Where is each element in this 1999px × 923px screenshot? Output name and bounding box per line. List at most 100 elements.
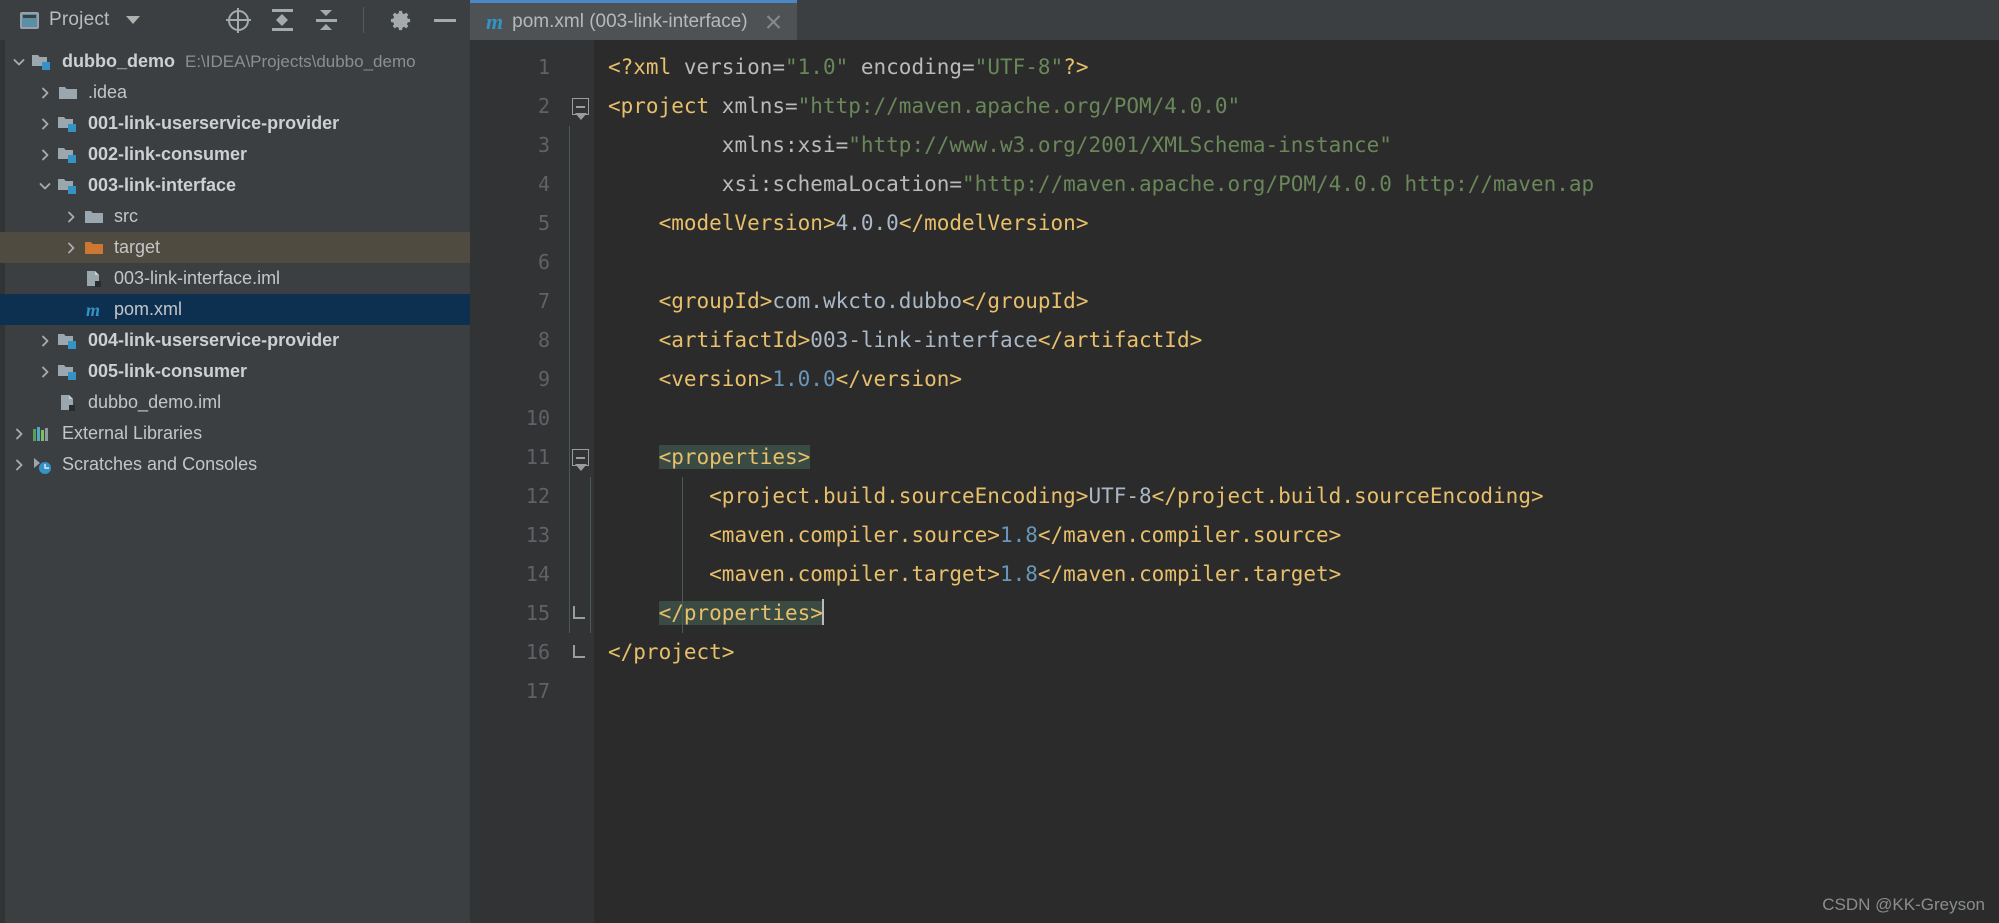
code-token: xmlns:xsi= — [721, 133, 849, 157]
tree-row-target[interactable]: target — [0, 232, 470, 263]
chevron-right-icon[interactable] — [8, 427, 30, 441]
code-area[interactable]: <?xml version="1.0" encoding="UTF-8"?> <p… — [594, 40, 1999, 923]
tree-row-005-link-consumer[interactable]: 005-link-consumer — [0, 356, 470, 387]
indent-guide — [682, 477, 683, 633]
code-line[interactable]: <maven.compiler.source>1.8</maven.compil… — [608, 516, 1999, 555]
code-token: </artifactId> — [1037, 328, 1203, 352]
code-line[interactable]: </properties> — [608, 594, 1999, 633]
tab-pom-xml[interactable]: m pom.xml (003-link-interface) — [470, 0, 797, 40]
tree-row-001-link-userservice-provider[interactable]: 001-link-userservice-provider — [0, 108, 470, 139]
tree-row-label: External Libraries — [62, 423, 203, 443]
iml-file-icon — [56, 393, 80, 413]
tree-row-002-link-consumer[interactable]: 002-link-consumer — [0, 139, 470, 170]
chevron-right-icon[interactable] — [60, 210, 82, 224]
tree-row-src[interactable]: src — [0, 201, 470, 232]
code-line[interactable]: <?xml version="1.0" encoding="UTF-8"?> — [608, 48, 1999, 87]
code-token: <maven.compiler.target> — [709, 562, 1000, 586]
iml-file-icon — [82, 269, 106, 289]
line-number: 15 — [525, 601, 550, 625]
code-token: xmlns= — [721, 94, 798, 118]
tree-row-scratches-and-consoles[interactable]: Scratches and Consoles — [0, 449, 470, 480]
code-folding-gutter[interactable] — [566, 40, 594, 923]
code-line[interactable]: <modelVersion>4.0.0</modelVersion> — [608, 204, 1999, 243]
line-number: 7 — [537, 289, 550, 313]
code-token: UTF-8 — [1088, 484, 1152, 508]
expand-all-icon[interactable] — [269, 7, 295, 33]
chevron-down-icon[interactable] — [34, 179, 56, 193]
chevron-right-icon[interactable] — [34, 365, 56, 379]
chevron-right-icon[interactable] — [34, 117, 56, 131]
project-tree[interactable]: dubbo_demo E:\IDEA\Projects\dubbo_demo .id… — [0, 40, 470, 923]
code-editor[interactable]: 1 2 3 4 5 6 7 8 9 10 11 12 13 14 15 16 17 <?xml version=… — [470, 40, 1999, 923]
code-line[interactable]: xmlns:xsi="http://www.w3.org/2001/XMLSch… — [608, 126, 1999, 165]
maven-m-icon: m — [82, 300, 106, 320]
tree-row-dubbo-demo-iml[interactable]: dubbo_demo.iml — [0, 387, 470, 418]
tree-row-pom-xml[interactable]: m pom.xml — [0, 294, 470, 325]
code-line[interactable]: <project.build.sourceEncoding>UTF-8</pro… — [608, 477, 1999, 516]
gear-icon[interactable] — [388, 7, 414, 33]
chevron-down-icon[interactable] — [8, 55, 30, 69]
code-line[interactable]: <artifactId>003-link-interface</artifact… — [608, 321, 1999, 360]
fold-collapse-icon[interactable] — [572, 449, 589, 471]
watermark: CSDN @KK-Greyson — [1822, 895, 1985, 914]
text-caret — [821, 599, 824, 625]
fold-collapse-icon[interactable] — [572, 98, 589, 120]
line-number: 1 — [537, 55, 550, 79]
code-token: </project.build.sourceEncoding> — [1151, 484, 1544, 508]
code-line[interactable]: xsi:schemaLocation="http://maven.apache.… — [608, 165, 1999, 204]
line-number: 2 — [537, 94, 550, 118]
chevron-right-icon[interactable] — [34, 148, 56, 162]
chevron-down-icon[interactable] — [125, 16, 140, 24]
fold-end-marker[interactable] — [572, 605, 589, 622]
code-line[interactable] — [608, 672, 1999, 711]
code-line[interactable]: <groupId>com.wkcto.dubbo</groupId> — [608, 282, 1999, 321]
tree-row-label: pom.xml — [114, 299, 183, 319]
module-folder-icon — [56, 114, 80, 134]
code-line[interactable]: <properties> — [608, 438, 1999, 477]
line-number-gutter: 1 2 3 4 5 6 7 8 9 10 11 12 13 14 15 16 17 — [470, 40, 566, 923]
tree-row-external-libraries[interactable]: External Libraries — [0, 418, 470, 449]
line-number: 16 — [525, 640, 550, 664]
module-folder-icon — [56, 145, 80, 165]
tree-row-003-link-interface-iml[interactable]: 003-link-interface.iml — [0, 263, 470, 294]
code-token: </modelVersion> — [898, 211, 1089, 235]
tree-row-dubbo-demo[interactable]: dubbo_demo E:\IDEA\Projects\dubbo_demo — [0, 46, 470, 77]
locate-icon[interactable] — [225, 7, 251, 33]
chevron-right-icon[interactable] — [34, 86, 56, 100]
code-token: 1.8 — [999, 523, 1038, 547]
code-token: <project — [608, 94, 722, 118]
code-line[interactable]: <version>1.0.0</version> — [608, 360, 1999, 399]
close-icon[interactable] — [764, 12, 783, 31]
code-line[interactable]: <maven.compiler.target>1.8</maven.compil… — [608, 555, 1999, 594]
module-folder-icon — [56, 362, 80, 382]
code-line[interactable]: </project> — [608, 633, 1999, 672]
collapse-all-icon[interactable] — [313, 7, 339, 33]
code-line[interactable] — [608, 243, 1999, 282]
tree-row-label: 002-link-consumer — [88, 144, 248, 164]
indent-guide — [569, 126, 570, 633]
line-number: 12 — [525, 484, 550, 508]
code-token: <artifactId> — [658, 328, 811, 352]
tree-row-label: 003-link-interface.iml — [114, 268, 281, 288]
project-window-icon — [20, 11, 39, 29]
chevron-right-icon[interactable] — [34, 334, 56, 348]
tree-row-idea[interactable]: .idea — [0, 77, 470, 108]
code-token: <modelVersion> — [658, 211, 836, 235]
code-line[interactable] — [608, 399, 1999, 438]
fold-end-marker[interactable] — [572, 644, 589, 661]
code-line[interactable]: <project xmlns="http://maven.apache.org/… — [608, 87, 1999, 126]
chevron-right-icon[interactable] — [8, 458, 30, 472]
tree-row-003-link-interface[interactable]: 003-link-interface — [0, 170, 470, 201]
code-token: </properties> — [658, 601, 823, 625]
chevron-right-icon[interactable] — [60, 241, 82, 255]
minimize-icon[interactable] — [432, 7, 458, 33]
project-tool-window-title-group[interactable]: Project — [20, 9, 140, 31]
line-number: 6 — [537, 250, 550, 274]
code-token: 003-link-interface — [810, 328, 1038, 352]
tab-label: pom.xml (003-link-interface) — [512, 10, 748, 32]
tree-row-004-link-userservice-provider[interactable]: 004-link-userservice-provider — [0, 325, 470, 356]
